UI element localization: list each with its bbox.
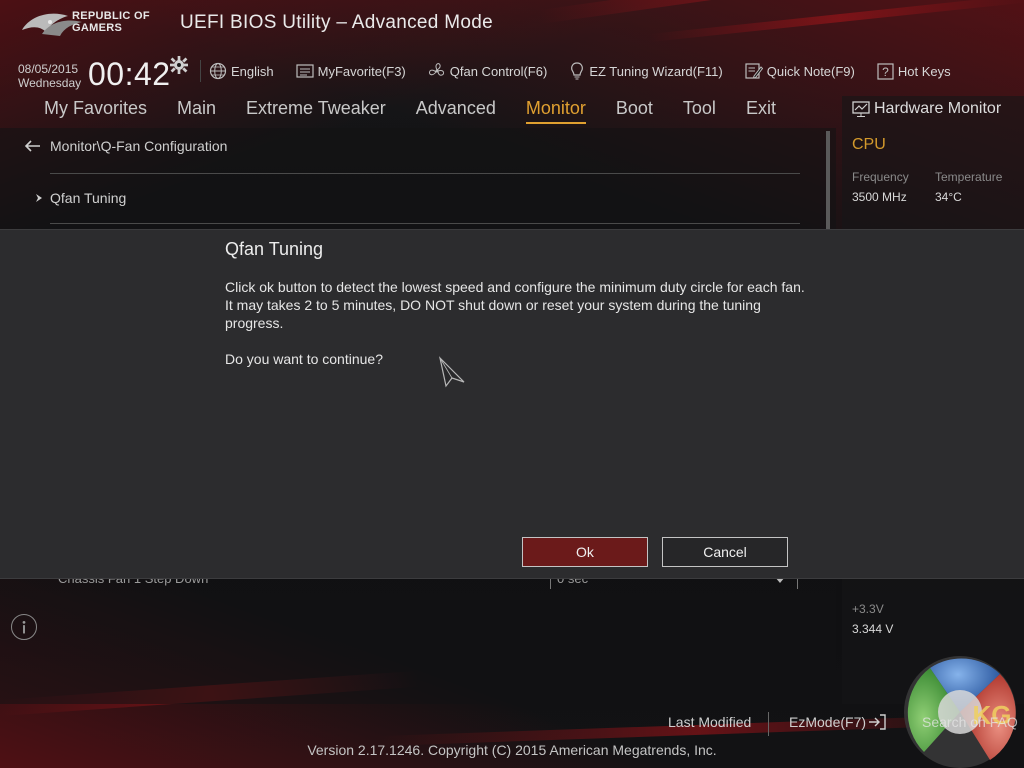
brand-line-1: REPUBLIC OF	[72, 10, 150, 22]
back-arrow-icon[interactable]	[24, 139, 42, 153]
chevron-right-icon	[36, 194, 42, 202]
dialog-message: Click ok button to detect the lowest spe…	[225, 278, 815, 368]
scrollbar[interactable]	[826, 131, 830, 231]
tab-advanced[interactable]: Advanced	[416, 98, 496, 124]
menu-item-qfan-tuning[interactable]: Qfan Tuning	[34, 190, 126, 206]
language-button[interactable]: English	[209, 62, 274, 80]
divider	[50, 173, 800, 174]
toolbar: English MyFavorite(F3) Qfan Control(F6) …	[200, 60, 951, 82]
globe-icon	[209, 62, 227, 80]
tab-exit[interactable]: Exit	[746, 98, 776, 124]
brand-logo-text: REPUBLIC OF GAMERS	[72, 10, 150, 34]
temperature-label: Temperature	[935, 170, 1003, 184]
ok-button[interactable]: Ok	[522, 537, 648, 567]
cpu-section-title: CPU	[852, 136, 886, 153]
voltage-33-value: 3.344 V	[852, 622, 894, 636]
tab-extreme-tweaker[interactable]: Extreme Tweaker	[246, 98, 386, 124]
date-text: 08/05/2015	[18, 62, 79, 76]
brand-line-2: GAMERS	[72, 22, 123, 34]
monitor-icon	[852, 101, 870, 117]
quick-note-label: Quick Note(F9)	[766, 63, 855, 79]
ez-tuning-wizard-label: EZ Tuning Wizard(F11)	[589, 63, 723, 79]
my-favorite-label: MyFavorite(F3)	[317, 63, 406, 79]
info-icon[interactable]	[11, 614, 37, 640]
my-favorite-button[interactable]: MyFavorite(F3)	[296, 63, 406, 79]
favorite-list-icon	[296, 64, 314, 78]
divider	[50, 223, 800, 224]
mouse-cursor-icon	[438, 356, 465, 388]
ez-tuning-wizard-button[interactable]: EZ Tuning Wizard(F11)	[569, 62, 723, 80]
quick-note-button[interactable]: Quick Note(F9)	[745, 62, 855, 80]
language-label: English	[231, 63, 274, 79]
dialog-line-2: It may takes 2 to 5 minutes, DO NOT shut…	[225, 297, 761, 331]
copyright-text: Version 2.17.1246. Copyright (C) 2015 Am…	[307, 742, 717, 758]
frequency-label: Frequency	[852, 170, 909, 184]
breadcrumb: Monitor\Q-Fan Configuration	[24, 138, 227, 154]
hot-keys-button[interactable]: ? Hot Keys	[877, 62, 951, 80]
svg-text:?: ?	[882, 65, 889, 79]
tab-main[interactable]: Main	[177, 98, 216, 124]
gear-icon[interactable]	[170, 56, 188, 74]
ez-mode-label: EzMode(F7)	[789, 714, 867, 730]
main-tabs: My Favorites Main Extreme Tweaker Advanc…	[44, 98, 806, 124]
frequency-value: 3500 MHz	[852, 190, 907, 204]
clock-time: 00:42	[88, 56, 171, 92]
qfan-control-label: Qfan Control(F6)	[449, 63, 548, 79]
hardware-monitor-title: Hardware Monitor	[852, 100, 1001, 118]
breadcrumb-path: Monitor\Q-Fan Configuration	[50, 138, 228, 154]
search-faq-button[interactable]: Search on FAQ	[922, 714, 1018, 730]
footer-divider	[768, 712, 769, 736]
last-modified-button[interactable]: Last Modified	[668, 714, 751, 730]
toolbar-divider	[200, 60, 201, 82]
note-pencil-icon	[745, 63, 763, 79]
dialog-title: Qfan Tuning	[225, 239, 324, 259]
dialog-question: Do you want to continue?	[225, 351, 383, 367]
tab-tool[interactable]: Tool	[683, 98, 716, 124]
hardware-monitor-title-text: Hardware Monitor	[874, 100, 1002, 117]
tab-monitor[interactable]: Monitor	[525, 98, 586, 124]
help-key-icon: ?	[877, 62, 894, 80]
fan-icon	[428, 63, 444, 76]
exit-arrow-icon	[869, 714, 886, 730]
ez-mode-button[interactable]: EzMode(F7)	[789, 714, 886, 730]
temperature-value: 34°C	[935, 190, 962, 204]
hot-keys-label: Hot Keys	[897, 63, 951, 79]
lightbulb-icon	[571, 62, 584, 80]
cancel-button[interactable]: Cancel	[662, 537, 788, 567]
qfan-control-button[interactable]: Qfan Control(F6)	[428, 62, 548, 80]
weekday-text: Wednesday	[18, 76, 82, 90]
dialog-line-1: Click ok button to detect the lowest spe…	[225, 279, 805, 295]
tab-boot[interactable]: Boot	[616, 98, 653, 124]
tab-my-favorites[interactable]: My Favorites	[44, 98, 147, 124]
menu-item-label: Qfan Tuning	[50, 190, 127, 206]
date-display: 08/05/2015 Wednesday	[18, 62, 81, 90]
app-title: UEFI BIOS Utility – Advanced Mode	[180, 12, 493, 33]
voltage-33-label: +3.3V	[852, 602, 884, 616]
